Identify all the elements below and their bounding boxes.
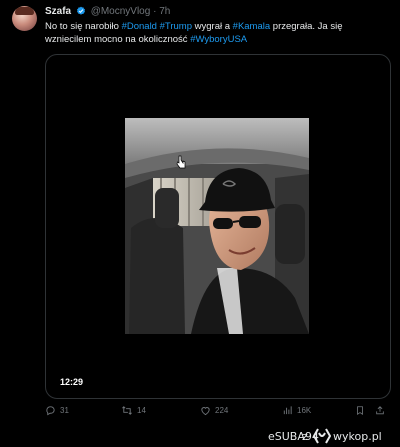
hashtag-kamala[interactable]: #Kamala: [233, 21, 271, 32]
text-part: No to się narobiło: [45, 21, 122, 32]
heart-icon: [201, 407, 210, 416]
views-chart-icon: [283, 406, 292, 415]
tweet-text: No to się narobiło #Donald #Trump wygrał…: [45, 20, 385, 46]
video-still: [125, 118, 309, 334]
watermark-joiner: z: [302, 430, 308, 443]
verified-badge-icon: [76, 6, 85, 15]
views-count: 16K: [297, 406, 312, 415]
hashtag-trump[interactable]: #Trump: [160, 21, 192, 32]
share-button[interactable]: [375, 405, 385, 416]
reply-count: 31: [60, 406, 69, 415]
watermark-site: wykop.pl: [333, 430, 382, 443]
reply-icon: [46, 406, 55, 416]
avatar[interactable]: [12, 6, 37, 31]
video-duration: 12:29: [60, 377, 84, 387]
share-icon: [376, 406, 384, 415]
repost-button[interactable]: 14: [121, 405, 146, 416]
tweet-actions: 31 14 224 16K: [45, 405, 390, 419]
tweet-header: Szafa @MocnyVlog · 7h: [45, 6, 170, 18]
author-name[interactable]: Szafa: [45, 6, 71, 17]
repost-icon: [122, 406, 132, 415]
repost-count: 14: [137, 406, 146, 415]
hand-cursor-icon: [176, 155, 186, 169]
hashtag-wyboryusa[interactable]: #WyboryUSA: [190, 34, 247, 45]
hashtag-donald[interactable]: #Donald: [122, 21, 157, 32]
like-count: 224: [215, 406, 229, 415]
bookmark-icon: [357, 406, 363, 416]
like-button[interactable]: 224: [200, 405, 228, 416]
reply-button[interactable]: 31: [45, 405, 69, 416]
wykop-logo-icon: [313, 428, 331, 444]
views-button[interactable]: 16K: [282, 405, 311, 416]
tweet[interactable]: Szafa @MocnyVlog · 7h No to się narobiło…: [0, 0, 400, 425]
bookmark-button[interactable]: [355, 405, 365, 416]
tweet-time[interactable]: 7h: [159, 6, 170, 17]
text-part: wygrał a: [192, 21, 233, 32]
author-handle[interactable]: @MocnyVlog: [91, 6, 151, 17]
video-player[interactable]: 12:29: [45, 54, 391, 399]
separator-dot: ·: [153, 6, 157, 17]
watermark-user: eSUBA94: [268, 430, 319, 443]
video-frame[interactable]: [125, 118, 309, 334]
